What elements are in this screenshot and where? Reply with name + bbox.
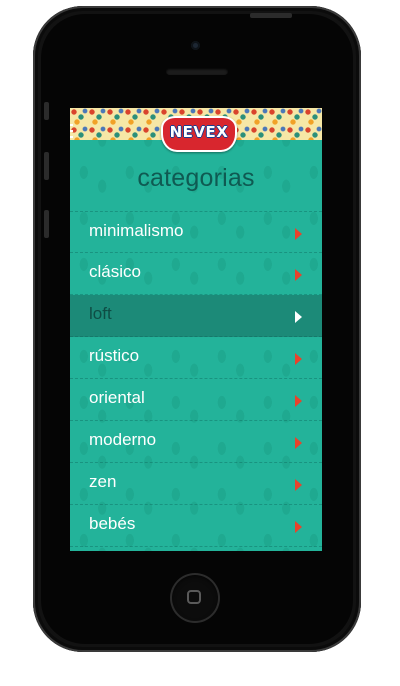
chevron-right-icon <box>295 479 302 491</box>
chevron-right-icon <box>295 353 302 365</box>
category-label: oriental <box>89 388 145 407</box>
category-row-rustico[interactable]: rústico <box>70 337 322 379</box>
category-label: minimalismo <box>89 221 184 240</box>
category-label: zen <box>89 472 117 491</box>
earpiece-speaker <box>166 68 228 75</box>
category-label: bebés <box>89 514 136 533</box>
volume-up-button <box>44 152 49 180</box>
power-button <box>250 13 292 18</box>
category-label: moderno <box>89 430 157 449</box>
volume-down-button <box>44 210 49 238</box>
mute-switch <box>44 102 49 120</box>
chevron-right-icon <box>295 269 302 281</box>
nevex-logo: NEVEX <box>161 116 237 152</box>
category-row-zen[interactable]: zen <box>70 463 322 505</box>
chevron-right-icon <box>295 395 302 407</box>
category-row-oriental[interactable]: oriental <box>70 379 322 421</box>
category-label: loft <box>89 304 112 323</box>
logo-text: NEVEX <box>169 123 229 141</box>
category-row-minimalismo[interactable]: minimalismo <box>70 211 322 253</box>
page-title: categorias <box>137 164 255 192</box>
menu-icon[interactable] <box>70 124 74 138</box>
front-camera <box>191 41 200 50</box>
category-row-moderno[interactable]: moderno <box>70 421 322 463</box>
category-row-bebes[interactable]: bebés <box>70 505 322 547</box>
home-square-icon <box>187 590 201 604</box>
category-label: clásico <box>89 262 141 281</box>
category-row-clasico[interactable]: clásico <box>70 253 322 295</box>
chevron-right-icon <box>295 311 302 323</box>
chevron-right-icon <box>295 521 302 533</box>
category-label: rústico <box>89 346 140 365</box>
app-screen: NEVEX categorias minimalismo clásico lof… <box>70 108 322 551</box>
chevron-right-icon <box>295 228 302 240</box>
category-row-loft[interactable]: loft <box>70 295 322 337</box>
category-list: minimalismo clásico loft rústico orienta… <box>70 211 322 547</box>
home-button[interactable] <box>170 573 220 623</box>
chevron-right-icon <box>295 437 302 449</box>
